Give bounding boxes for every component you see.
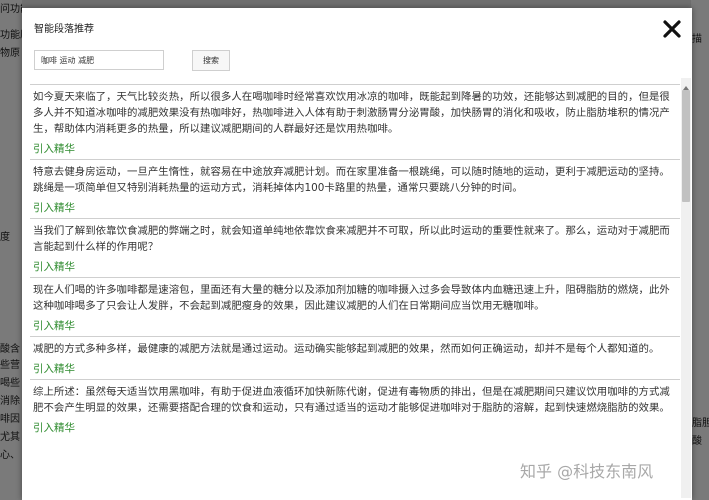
list-item: 当我们了解到依靠饮食减肥的弊端之时，就会知道单纯地依靠饮食来减肥并不可取，所以此… xyxy=(30,218,680,277)
background-text: 心、 xyxy=(0,450,20,461)
paragraph-text: 综上所述：虽然每天适当饮用黑咖啡，有助于促进血液循环加快新陈代谢，促进有毒物质的… xyxy=(33,386,670,414)
list-item: 综上所述：虽然每天适当饮用黑咖啡，有助于促进血液循环加快新陈代谢，促进有毒物质的… xyxy=(30,379,680,438)
dialog-header: 智能段落推荐 xyxy=(22,8,692,48)
search-input[interactable] xyxy=(34,50,164,70)
background-text: 消除 xyxy=(0,396,20,407)
insert-excerpt-link[interactable]: 引入精华 xyxy=(33,259,75,275)
background-text: 度 xyxy=(0,232,10,243)
vertical-scrollbar[interactable] xyxy=(681,78,691,498)
background-text: 问功能介绍 xyxy=(0,4,22,15)
background-page-left: 问功能介绍 功能原 物原 度 酸含 些营 喝些 消除 啡因 尤其 心、 xyxy=(0,0,22,500)
background-text: 酸含 xyxy=(0,344,20,355)
background-page-right: 描 脂胆 酸 xyxy=(691,0,709,500)
insert-excerpt-link[interactable]: 引入精华 xyxy=(33,200,75,216)
paragraph-recommend-dialog: 智能段落推荐 搜索 如今夏天来临了，天气比较炎热，所以很多人在喝咖啡时经常喜欢饮… xyxy=(22,8,692,500)
list-item: 减肥的方式多种多样，最健康的减肥方法就是通过运动。运动确实能够起到减肥的效果，然… xyxy=(30,336,680,379)
dialog-title: 智能段落推荐 xyxy=(34,24,94,35)
close-icon[interactable] xyxy=(662,19,682,39)
paragraph-text: 如今夏天来临了，天气比较炎热，所以很多人在喝咖啡时经常喜欢饮用冰凉的咖啡，既能起… xyxy=(33,91,670,135)
paragraph-text: 特意去健身房运动，一旦产生惰性，就容易在中途放弃减肥计划。而在家里准备一根跳绳，… xyxy=(33,166,670,194)
paragraph-text: 当我们了解到依靠饮食减肥的弊端之时，就会知道单纯地依靠饮食来减肥并不可取，所以此… xyxy=(33,225,670,253)
background-text: 些营 xyxy=(0,360,20,371)
scrollbar-thumb[interactable] xyxy=(682,90,690,202)
background-text: 啡因 xyxy=(0,414,20,425)
paragraph-list: 如今夏天来临了，天气比较炎热，所以很多人在喝咖啡时经常喜欢饮用冰凉的咖啡，既能起… xyxy=(30,84,680,500)
insert-excerpt-link[interactable]: 引入精华 xyxy=(33,361,75,377)
insert-excerpt-link[interactable]: 引入精华 xyxy=(33,141,75,157)
list-item: 特意去健身房运动，一旦产生惰性，就容易在中途放弃减肥计划。而在家里准备一根跳绳，… xyxy=(30,159,680,218)
scroll-up-arrow-icon[interactable] xyxy=(681,78,691,90)
insert-excerpt-link[interactable]: 引入精华 xyxy=(33,420,75,436)
background-text: 喝些 xyxy=(0,378,20,389)
background-text: 物原 xyxy=(0,48,20,59)
watermark: 知乎 @科技东南风 xyxy=(520,462,654,481)
insert-excerpt-link[interactable]: 引入精华 xyxy=(33,318,75,334)
background-text: 酸 xyxy=(692,436,702,447)
list-item: 如今夏天来临了，天气比较炎热，所以很多人在喝咖啡时经常喜欢饮用冰凉的咖啡，既能起… xyxy=(30,84,680,159)
background-text: 功能原 xyxy=(0,30,22,41)
background-text: 尤其 xyxy=(0,432,20,443)
background-text: 脂胆 xyxy=(692,418,709,429)
paragraph-text: 现在人们喝的许多咖啡都是速溶包，里面还有大量的糖分以及添加剂加糖的咖啡摄入过多会… xyxy=(33,284,670,312)
search-button[interactable]: 搜索 xyxy=(192,50,230,71)
paragraph-text: 减肥的方式多种多样，最健康的减肥方法就是通过运动。运动确实能够起到减肥的效果，然… xyxy=(33,343,660,355)
background-text: 描 xyxy=(692,34,702,45)
list-item: 现在人们喝的许多咖啡都是速溶包，里面还有大量的糖分以及添加剂加糖的咖啡摄入过多会… xyxy=(30,277,680,336)
